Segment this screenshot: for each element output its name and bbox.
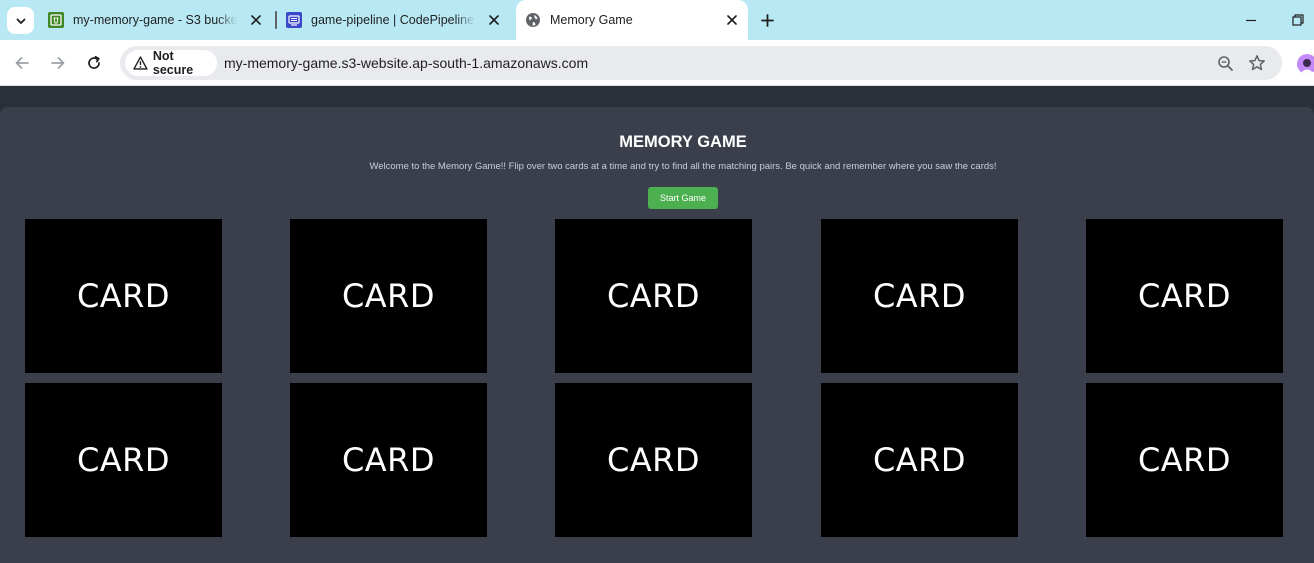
tab-search-button[interactable] [7, 7, 34, 34]
url-text[interactable]: my-memory-game.s3-website.ap-south-1.ama… [224, 55, 588, 71]
security-indicator[interactable]: Not secure [125, 49, 217, 77]
game-description: Welcome to the Memory Game!! Flip over t… [369, 161, 997, 172]
memory-card[interactable]: CARD [1086, 219, 1283, 373]
new-tab-button[interactable] [758, 11, 776, 29]
address-bar[interactable]: Not secure my-memory-game.s3-website.ap-… [120, 46, 1282, 80]
close-icon[interactable] [486, 12, 502, 28]
card-label: CARD [1137, 277, 1232, 315]
forward-button[interactable] [49, 54, 67, 72]
tab-title: Memory Game [550, 13, 633, 27]
zoom-icon[interactable] [1217, 55, 1234, 72]
page-viewport: MEMORY GAME Welcome to the Memory Game!!… [0, 87, 1314, 563]
globe-icon [525, 12, 541, 28]
memory-card[interactable]: CARD [290, 219, 487, 373]
memory-card[interactable]: CARD [1086, 383, 1283, 537]
tab-s3-bucket[interactable]: my-memory-game - S3 bucket [40, 0, 272, 40]
memory-card[interactable]: CARD [290, 383, 487, 537]
card-label: CARD [606, 277, 701, 315]
memory-card[interactable]: CARD [25, 219, 222, 373]
minimize-icon [1246, 19, 1256, 22]
browser-toolbar: Not secure my-memory-game.s3-website.ap-… [0, 40, 1314, 86]
memory-card[interactable]: CARD [555, 383, 752, 537]
codepipeline-icon [286, 12, 302, 28]
tab-separator [275, 11, 277, 29]
security-label: Not secure [152, 49, 194, 77]
restore-icon [1292, 14, 1304, 26]
card-label: CARD [76, 277, 171, 315]
tab-strip: my-memory-game - S3 bucket game-pipeline… [0, 0, 1314, 40]
arrow-right-icon [51, 57, 65, 69]
tab-codepipeline[interactable]: game-pipeline | CodePipeline | [278, 0, 510, 40]
minimize-window-button[interactable] [1243, 12, 1259, 28]
bookmark-star-icon[interactable] [1248, 54, 1266, 72]
chevron-down-icon [16, 18, 25, 24]
memory-card[interactable]: CARD [821, 219, 1018, 373]
start-game-button[interactable]: Start Game [648, 187, 718, 209]
reload-button[interactable] [85, 54, 103, 72]
card-label: CARD [341, 441, 436, 479]
card-label: CARD [606, 441, 701, 479]
game-container: MEMORY GAME Welcome to the Memory Game!!… [0, 107, 1314, 563]
tab-title: game-pipeline | CodePipeline | [311, 13, 475, 27]
reload-icon [88, 55, 100, 69]
profile-avatar[interactable] [1297, 54, 1314, 74]
page-title: MEMORY GAME [619, 133, 747, 151]
plus-icon [760, 13, 774, 27]
tab-memory-game[interactable]: Memory Game [516, 0, 748, 40]
card-label: CARD [872, 277, 967, 315]
memory-card[interactable]: CARD [555, 219, 752, 373]
card-label: CARD [76, 441, 171, 479]
card-label: CARD [872, 441, 967, 479]
arrow-left-icon [15, 57, 29, 69]
close-icon[interactable] [724, 12, 740, 28]
tab-title: my-memory-game - S3 bucket [73, 13, 237, 27]
back-button[interactable] [13, 54, 31, 72]
s3-bucket-icon [48, 12, 64, 28]
card-label: CARD [1137, 441, 1232, 479]
warning-icon [133, 56, 148, 70]
restore-window-button[interactable] [1290, 12, 1306, 28]
memory-card[interactable]: CARD [821, 383, 1018, 537]
close-icon[interactable] [248, 12, 264, 28]
card-label: CARD [341, 277, 436, 315]
memory-card[interactable]: CARD [25, 383, 222, 537]
avatar-icon [1300, 59, 1314, 74]
